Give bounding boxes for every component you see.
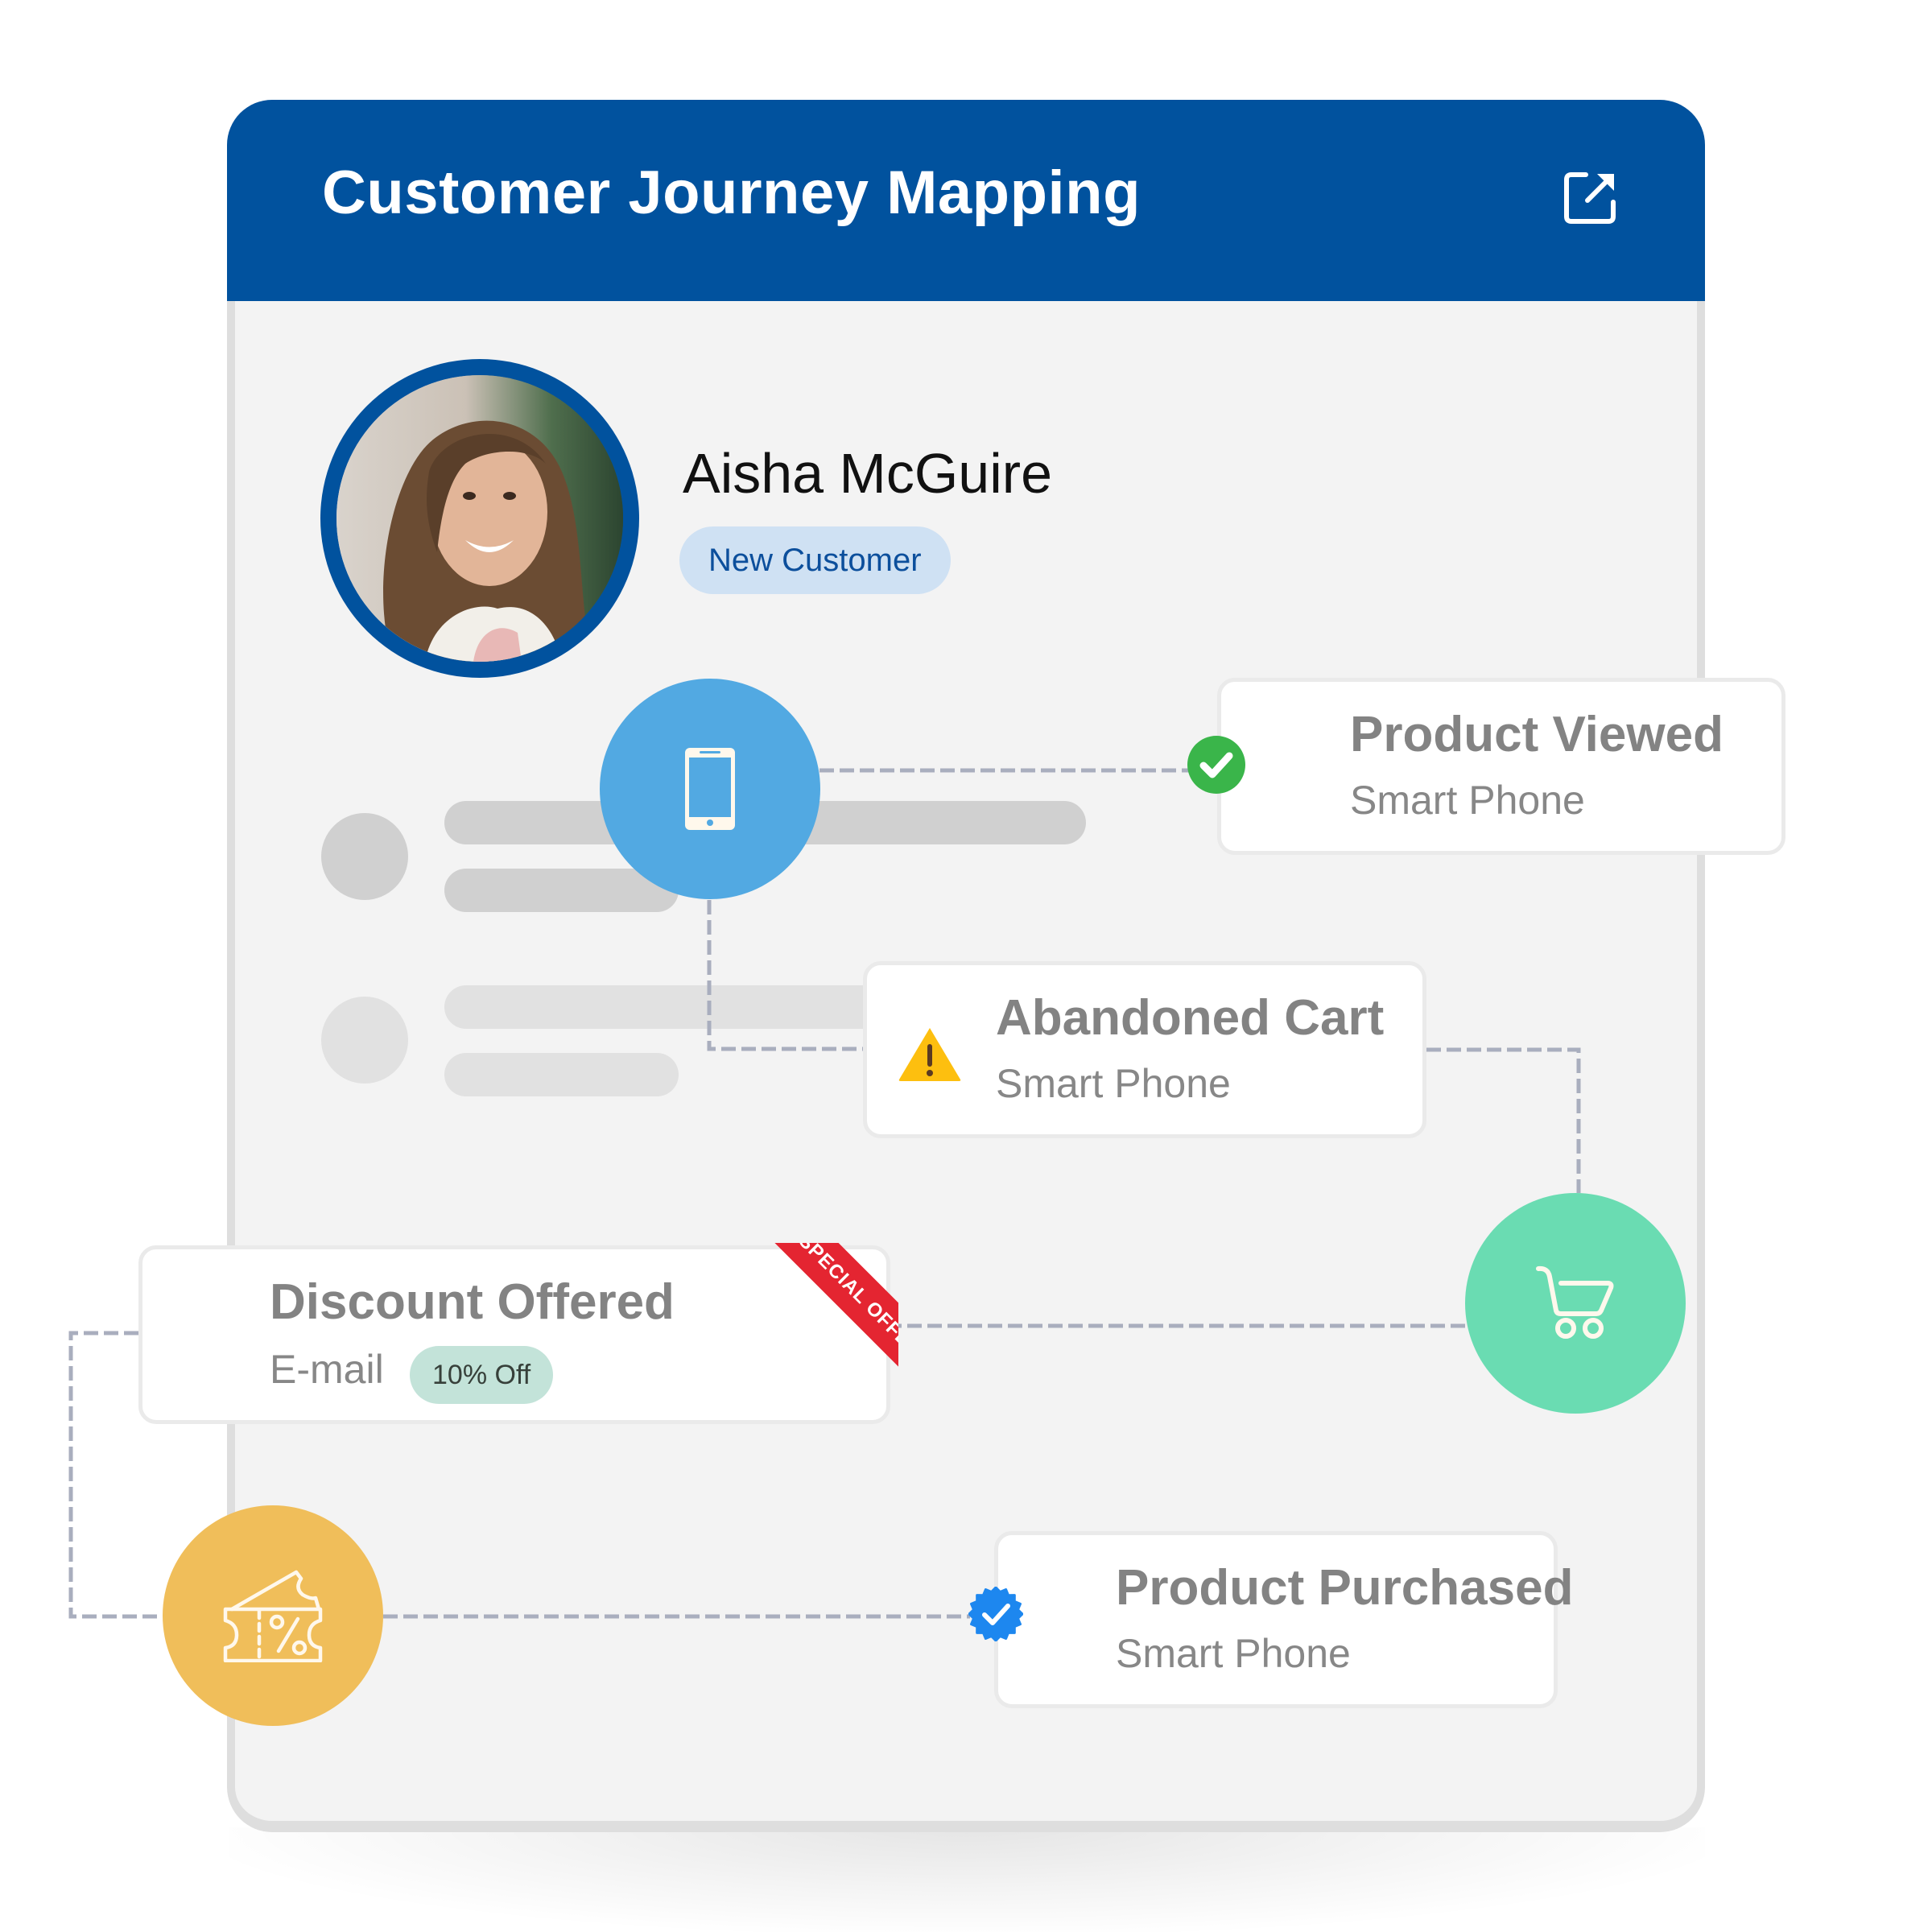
event-title: Discount Offered: [270, 1274, 675, 1330]
event-subtitle: Smart Phone: [1116, 1631, 1351, 1676]
verified-badge-icon: [968, 1586, 1024, 1642]
event-subtitle: E-mail: [270, 1347, 384, 1392]
event-title: Abandoned Cart: [996, 990, 1385, 1046]
discount-coupon-icon: [223, 1570, 323, 1662]
special-offer-ribbon: SPECIAL OFFER: [771, 1243, 898, 1370]
event-subtitle: Smart Phone: [996, 1061, 1231, 1106]
shopping-cart-icon: [1536, 1265, 1614, 1339]
event-title: Product Purchased: [1116, 1560, 1574, 1616]
smartphone-icon: [685, 748, 735, 830]
check-circle-icon: [1187, 736, 1245, 794]
discount-badge: 10% Off: [410, 1346, 554, 1404]
ribbon-label: SPECIAL OFFER: [771, 1243, 898, 1370]
event-subtitle: Smart Phone: [1350, 778, 1585, 823]
connector-abandoned-to-cart: [1426, 1047, 1581, 1193]
verified-badge-shape: [968, 1586, 1024, 1642]
warning-icon: [898, 1028, 961, 1081]
step-cart[interactable]: [1465, 1193, 1686, 1414]
connector-phone-to-abandoned: [707, 900, 869, 1051]
event-card-product-purchased[interactable]: Product Purchased Smart Phone: [994, 1531, 1573, 1708]
event-card-abandoned-cart[interactable]: Abandoned Cart Smart Phone: [863, 961, 1426, 1138]
event-title: Product Viewed: [1350, 707, 1724, 762]
step-smartphone[interactable]: [600, 679, 820, 899]
event-card-product-viewed[interactable]: Product Viewed Smart Phone: [1217, 678, 1785, 855]
step-coupon[interactable]: [163, 1505, 383, 1726]
